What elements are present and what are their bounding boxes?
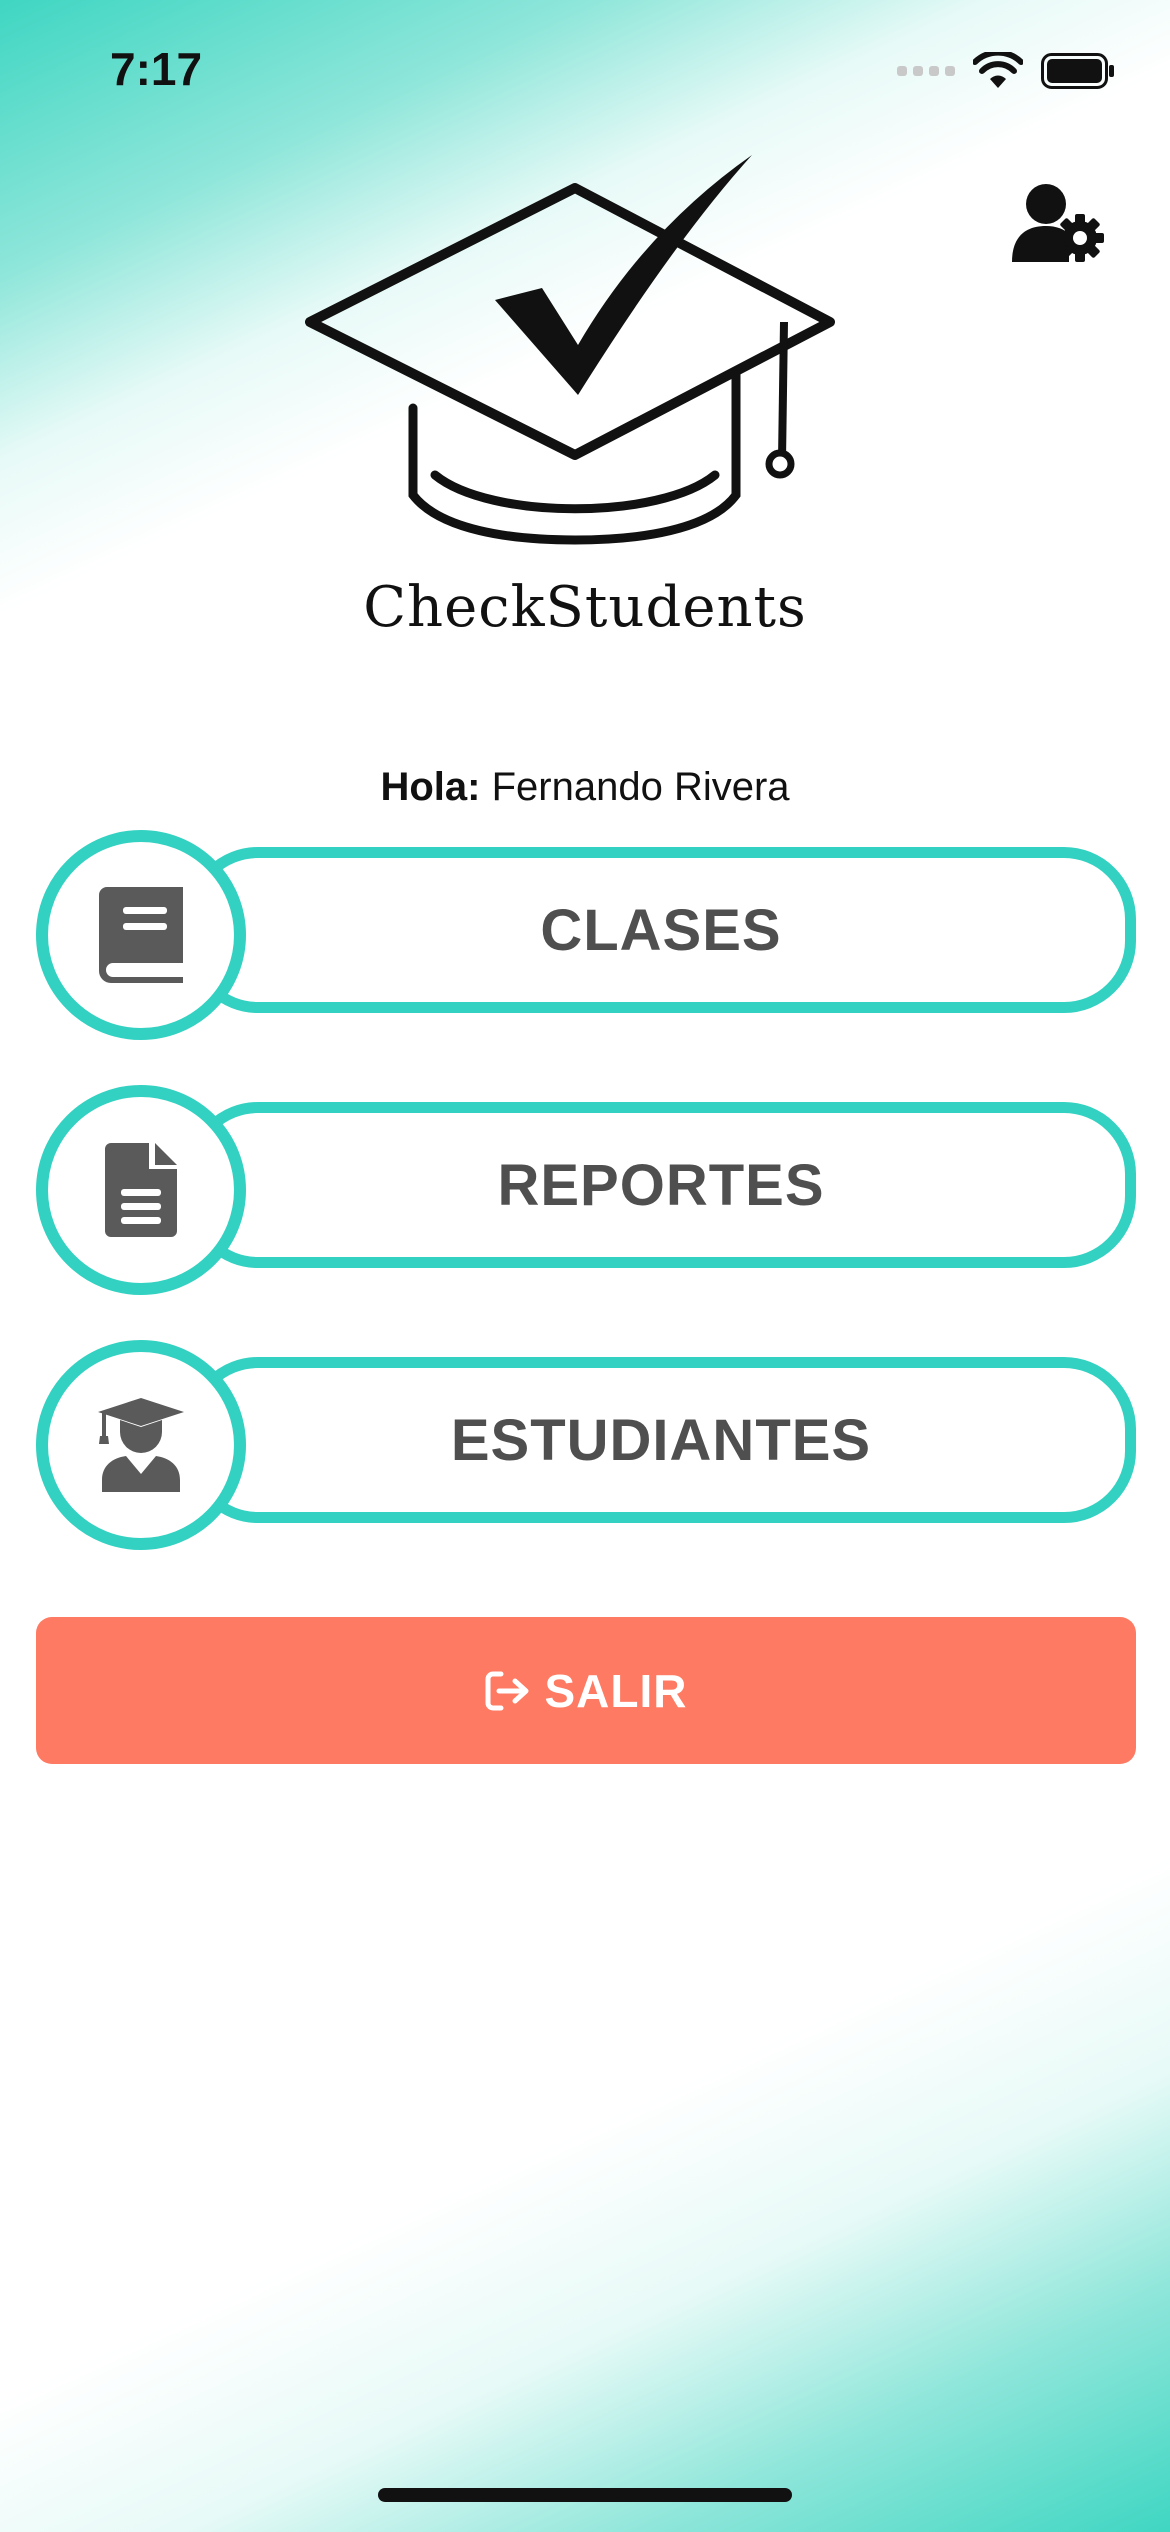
user-name: Fernando Rivera — [491, 765, 790, 809]
graduate-icon — [98, 1398, 184, 1492]
status-bar: 7:17 — [0, 0, 1170, 150]
status-icons — [897, 52, 1115, 90]
reportes-icon-circle — [36, 1085, 246, 1295]
clases-icon-circle — [36, 830, 246, 1040]
estudiantes-icon-circle — [36, 1340, 246, 1550]
user-gear-icon — [1012, 184, 1104, 262]
estudiantes-button[interactable]: ESTUDIANTES — [36, 1340, 1136, 1550]
greeting-text: Hola: Fernando Rivera — [0, 765, 1170, 810]
document-icon — [105, 1143, 177, 1237]
reportes-button[interactable]: REPORTES — [36, 1085, 1136, 1295]
logout-button[interactable]: SALIR — [36, 1617, 1136, 1764]
book-icon — [99, 887, 183, 983]
user-settings-button[interactable] — [1010, 182, 1110, 272]
clases-button[interactable]: CLASES — [36, 830, 1136, 1040]
status-time: 7:17 — [110, 43, 203, 95]
greeting-prefix: Hola: — [380, 765, 481, 809]
clases-pill: CLASES — [186, 847, 1136, 1013]
reportes-pill: REPORTES — [186, 1102, 1136, 1268]
sign-out-icon — [485, 1671, 528, 1710]
estudiantes-pill: ESTUDIANTES — [186, 1357, 1136, 1523]
app-name-logo-text: CheckStudents — [363, 575, 807, 640]
home-indicator[interactable] — [378, 2488, 792, 2502]
battery-icon — [1041, 53, 1114, 89]
clases-label: CLASES — [540, 897, 782, 963]
estudiantes-label: ESTUDIANTES — [450, 1407, 872, 1473]
reportes-label: REPORTES — [497, 1152, 825, 1218]
cellular-signal-icon — [897, 66, 955, 76]
logout-label: SALIR — [544, 1664, 688, 1717]
wifi-icon — [973, 52, 1023, 88]
